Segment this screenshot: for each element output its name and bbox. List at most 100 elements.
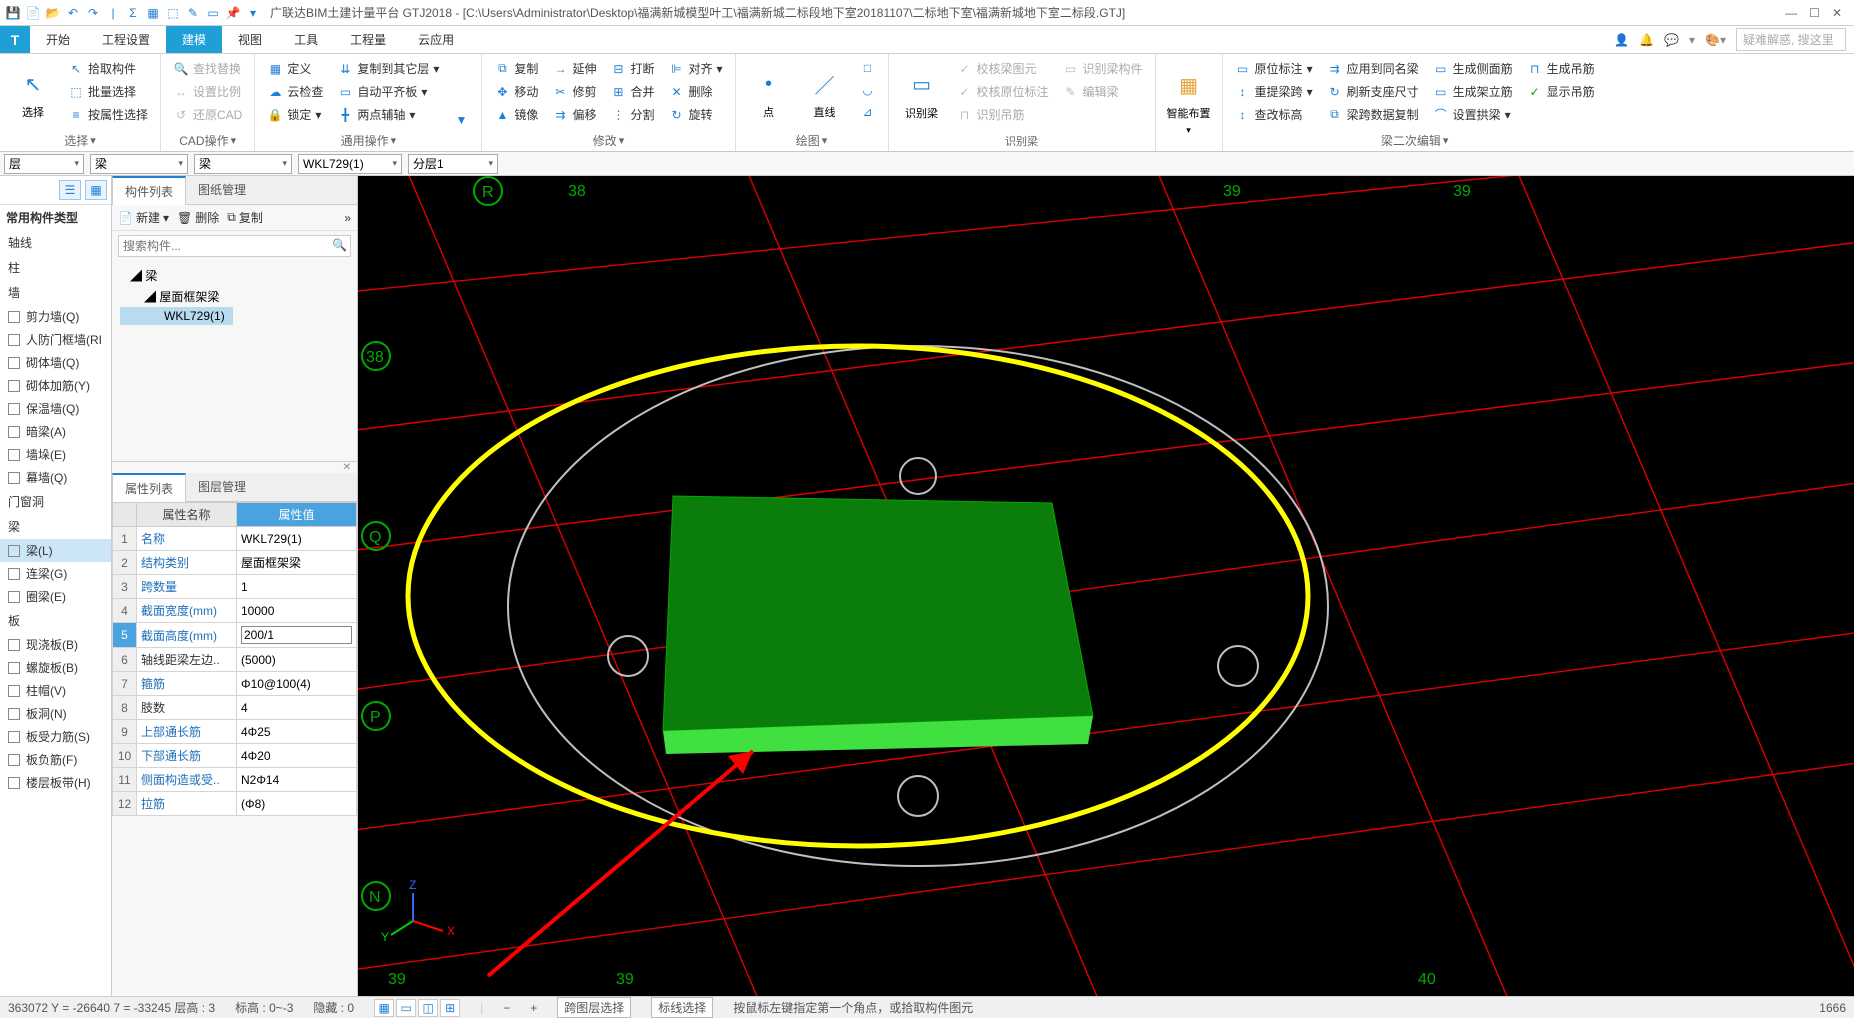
more-button[interactable]: »	[344, 209, 351, 226]
copy-button[interactable]: ⧉复制	[490, 58, 542, 79]
tree-item[interactable]: 梁(L)	[0, 539, 111, 562]
recog-member-button[interactable]: ▭识别梁构件	[1059, 58, 1147, 79]
property-row[interactable]: 12拉筋(Φ8)	[113, 792, 357, 816]
set-scale-button[interactable]: ↔设置比例	[169, 81, 246, 102]
cat-wall[interactable]: 墙	[0, 280, 111, 305]
copy-to-floor-button[interactable]: ⇊复制到其它层 ▾	[333, 58, 443, 79]
redo-icon[interactable]: ↷	[84, 4, 102, 22]
property-row[interactable]: 2结构类别屋面框架梁	[113, 551, 357, 575]
property-value[interactable]: N2Φ14	[237, 768, 357, 792]
lock-button[interactable]: 🔒锁定 ▾	[263, 104, 327, 125]
smart-layout-button[interactable]: ▦智能布置▾	[1164, 58, 1214, 147]
tab-layers[interactable]: 图层管理	[186, 473, 258, 501]
tree-item[interactable]: 剪力墙(Q)	[0, 305, 111, 328]
grid-view-icon[interactable]: ▦	[85, 180, 107, 200]
tree-item[interactable]: 板受力筋(S)	[0, 725, 111, 748]
cat-column[interactable]: 柱	[0, 255, 111, 280]
dropdown-icon[interactable]: ▾	[244, 4, 262, 22]
batch-select-button[interactable]: ⬚批量选择	[64, 81, 152, 102]
rotate-button[interactable]: ↻旋转	[664, 104, 726, 125]
tree-item[interactable]: 现浇板(B)	[0, 633, 111, 656]
two-point-axis-button[interactable]: ╋两点辅轴 ▾	[333, 104, 443, 125]
pick-element-button[interactable]: ↖拾取构件	[64, 58, 152, 79]
pin-icon[interactable]: 📌	[224, 4, 242, 22]
property-value[interactable]: (Φ8)	[237, 792, 357, 816]
edit-beam-button[interactable]: ✎编辑梁	[1059, 81, 1147, 102]
undo-icon[interactable]: ↶	[64, 4, 82, 22]
tree-root[interactable]: ◢ 梁	[120, 265, 349, 286]
select-button[interactable]: ↖选择	[8, 58, 58, 130]
gen-arch-rebar-button[interactable]: ▭生成架立筋	[1429, 81, 1517, 102]
sb-icon-1[interactable]: ▦	[374, 999, 394, 1017]
tree-item[interactable]: 砌体加筋(Y)	[0, 374, 111, 397]
copy-member-button[interactable]: ⧉ 复制	[227, 209, 263, 226]
offset-button[interactable]: ⇉偏移	[548, 104, 600, 125]
tree-item[interactable]: 螺旋板(B)	[0, 656, 111, 679]
property-value[interactable]: 屋面框架梁	[237, 551, 357, 575]
tree-member[interactable]: WKL729(1)	[120, 307, 233, 325]
property-value[interactable]: WKL729(1)	[237, 527, 357, 551]
open-icon[interactable]: 📂	[44, 4, 62, 22]
mirror-button[interactable]: ▲镜像	[490, 104, 542, 125]
refresh-support-button[interactable]: ↻刷新支座尺寸	[1323, 81, 1423, 102]
bell-icon[interactable]: 🔔	[1639, 33, 1654, 47]
sb-icon-2[interactable]: ▭	[396, 999, 416, 1017]
filter-icon-button[interactable]: ▼	[449, 110, 473, 130]
trim-button[interactable]: ✂修剪	[548, 81, 600, 102]
tree-item[interactable]: 柱帽(V)	[0, 679, 111, 702]
break-button[interactable]: ⊟打断	[606, 58, 658, 79]
auto-level-button[interactable]: ▭自动平齐板 ▾	[333, 81, 443, 102]
tree-item[interactable]: 板洞(N)	[0, 702, 111, 725]
tool3-icon[interactable]: ⬚	[164, 4, 182, 22]
msg-icon[interactable]: 💬	[1664, 33, 1679, 47]
tree-type[interactable]: ◢ 屋面框架梁	[120, 286, 349, 307]
tree-item[interactable]: 墙垛(E)	[0, 443, 111, 466]
3d-viewport[interactable]: R 38 Q P N 38 39 39 39 39 40	[358, 176, 1854, 996]
move-button[interactable]: ✥移动	[490, 81, 542, 102]
property-value[interactable]: 4Φ25	[237, 720, 357, 744]
sb-icon-4[interactable]: ⊞	[440, 999, 460, 1017]
member-select[interactable]: WKL729(1)	[298, 154, 402, 174]
category-select[interactable]: 梁	[90, 154, 188, 174]
define-button[interactable]: ▦定义	[263, 58, 327, 79]
tab-properties[interactable]: 属性列表	[112, 473, 186, 502]
property-value[interactable]: 4Φ20	[237, 744, 357, 768]
sb-minus[interactable]: −	[503, 1001, 510, 1015]
panel-close-icon[interactable]: ✕	[112, 462, 357, 473]
relift-span-button[interactable]: ↕重提梁跨 ▾	[1231, 81, 1317, 102]
property-value[interactable]: (5000)	[237, 648, 357, 672]
property-row[interactable]: 10下部通长筋4Φ20	[113, 744, 357, 768]
user-icon[interactable]: 👤	[1614, 33, 1629, 47]
property-row[interactable]: 7箍筋Φ10@100(4)	[113, 672, 357, 696]
tool4-icon[interactable]: ✎	[184, 4, 202, 22]
tree-item[interactable]: 暗梁(A)	[0, 420, 111, 443]
merge-button[interactable]: ⊞合并	[606, 81, 658, 102]
search-icon[interactable]: 🔍	[332, 238, 347, 252]
property-value[interactable]: 4	[237, 696, 357, 720]
help-search[interactable]: 疑难解惑, 搜这里	[1736, 28, 1846, 51]
sum-icon[interactable]: Σ	[124, 4, 142, 22]
property-value[interactable]: 10000	[237, 599, 357, 623]
menu-view[interactable]: 视图	[222, 26, 278, 53]
tree-item[interactable]: 保温墙(Q)	[0, 397, 111, 420]
new-icon[interactable]: 📄	[24, 4, 42, 22]
split-button[interactable]: ⋮分割	[606, 104, 658, 125]
property-value[interactable]	[237, 623, 357, 648]
align-button[interactable]: ⊫对齐 ▾	[664, 58, 726, 79]
cat-axis[interactable]: 轴线	[0, 230, 111, 255]
property-row[interactable]: 3跨数量1	[113, 575, 357, 599]
delete-button[interactable]: ✕删除	[664, 81, 726, 102]
menu-project-settings[interactable]: 工程设置	[86, 26, 166, 53]
tree-item[interactable]: 圈梁(E)	[0, 585, 111, 608]
menu-tools[interactable]: 工具	[278, 26, 334, 53]
check-elev-button[interactable]: ↕查改标高	[1231, 104, 1317, 125]
cat-slab[interactable]: 板	[0, 608, 111, 633]
save-icon[interactable]: 💾	[4, 4, 22, 22]
property-row[interactable]: 5截面高度(mm)	[113, 623, 357, 648]
new-member-button[interactable]: 📄 新建 ▾	[118, 209, 169, 226]
recog-stirrup-button[interactable]: ⊓识别吊筋	[953, 104, 1053, 125]
gen-stirrup-button[interactable]: ⊓生成吊筋	[1523, 58, 1599, 79]
restore-cad-button[interactable]: ↺还原CAD	[169, 104, 246, 125]
grid-icon[interactable]: ▦	[144, 4, 162, 22]
property-row[interactable]: 11侧面构造或受..N2Φ14	[113, 768, 357, 792]
